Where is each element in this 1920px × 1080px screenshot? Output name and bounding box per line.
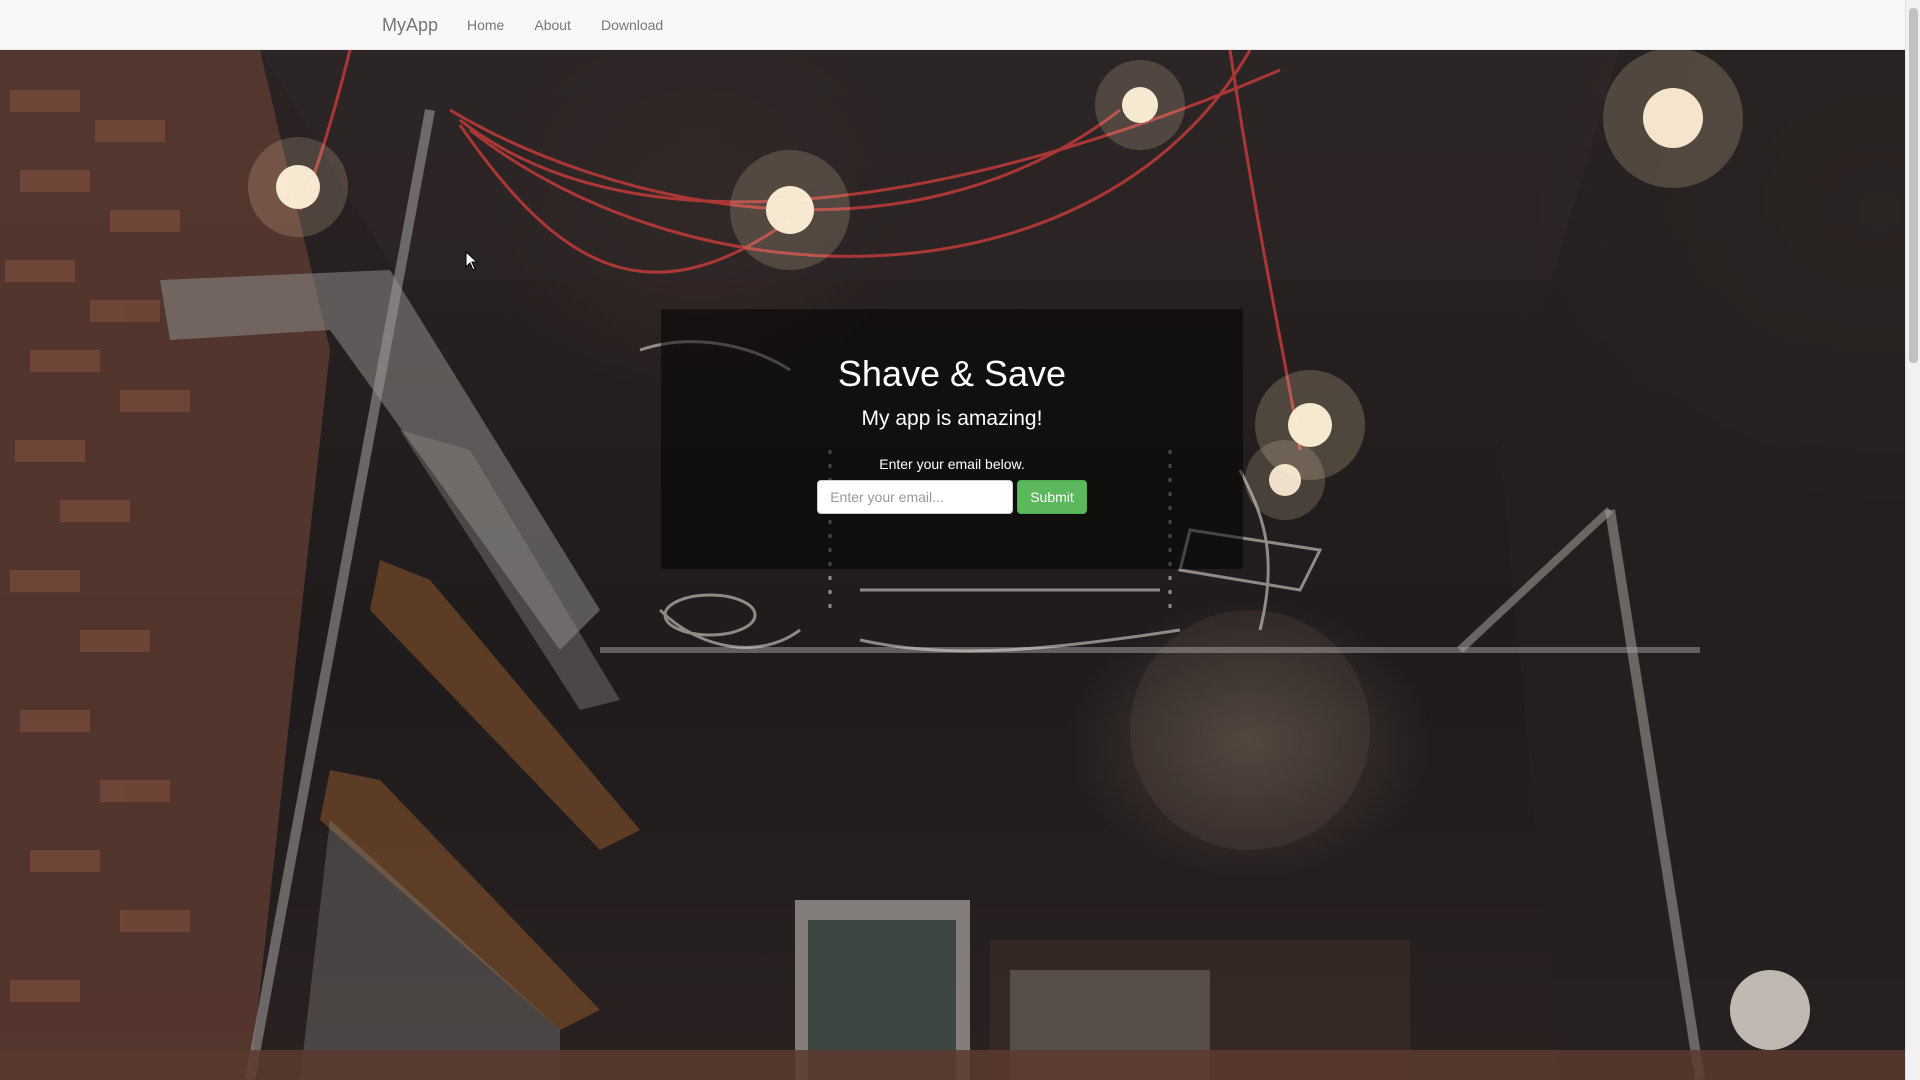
scrollbar-thumb[interactable] [1909, 8, 1918, 363]
page-scrollbar[interactable] [1905, 0, 1920, 1080]
email-input[interactable] [817, 480, 1014, 514]
mouse-pointer-icon [465, 251, 479, 271]
nav-links: Home About Download [452, 0, 678, 50]
signup-form: Submit [661, 480, 1243, 514]
submit-button[interactable]: Submit [1017, 480, 1087, 514]
hero-content: Shave & Save My app is amazing! Enter yo… [661, 350, 1243, 514]
hero-subtitle: My app is amazing! [861, 407, 1043, 430]
navbar: MyApp Home About Download [0, 0, 1905, 50]
email-instruction: Enter your email below. [879, 456, 1025, 472]
nav-link-download[interactable]: Download [586, 0, 678, 50]
hero-title: Shave & Save [837, 353, 1067, 394]
brand-link[interactable]: MyApp [382, 0, 438, 50]
nav-link-about[interactable]: About [519, 0, 586, 50]
hero-section: Shave & Save My app is amazing! Enter yo… [0, 50, 1905, 1080]
nav-link-home[interactable]: Home [452, 0, 519, 50]
page: MyApp Home About Download Shave & Save M… [0, 0, 1905, 1080]
